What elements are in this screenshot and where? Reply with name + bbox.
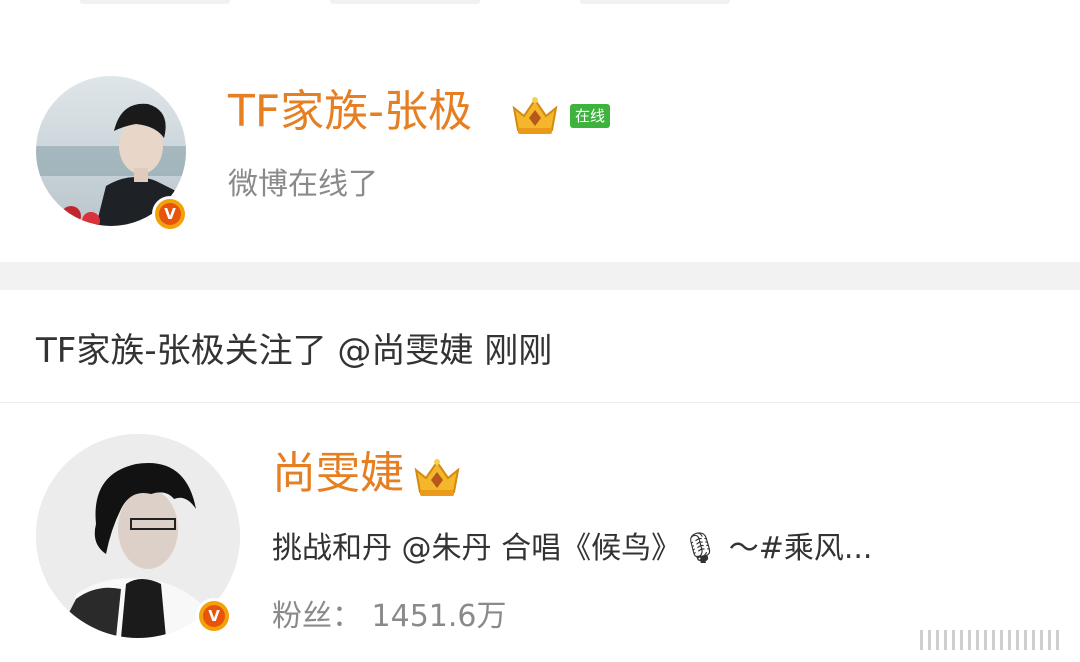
watermark-icon bbox=[920, 630, 1059, 650]
followed-user-description: 挑战和丹 @朱丹 合唱《候鸟》🎙 ～#乘风... bbox=[272, 531, 873, 566]
activity-text: TF家族-张极关注了 @尚雯婕 刚刚 bbox=[36, 331, 553, 371]
vip-crown-icon bbox=[512, 97, 558, 134]
vip-crown-icon bbox=[414, 459, 460, 496]
verified-badge-icon: V bbox=[152, 196, 188, 232]
tab-hint-2 bbox=[330, 0, 480, 4]
followed-user-card[interactable]: V 尚雯婕 挑战和丹 @朱丹 合唱《候鸟》🎙 ～#乘风... 粉丝： 1451.… bbox=[0, 420, 1080, 662]
online-badge: 在线 bbox=[570, 104, 611, 128]
row-divider bbox=[0, 402, 1080, 403]
user-card[interactable]: V TF家族-张极 在线 微博在线了 bbox=[0, 60, 1080, 250]
user-name[interactable]: TF家族-张极 bbox=[228, 86, 472, 138]
followers-count: 粉丝： 1451.6万 bbox=[272, 599, 507, 634]
user-status: 微博在线了 bbox=[228, 167, 378, 202]
tab-hint-1 bbox=[80, 0, 230, 4]
verified-badge-icon: V bbox=[196, 598, 232, 634]
tab-hint-3 bbox=[580, 0, 730, 4]
followed-user-name[interactable]: 尚雯婕 bbox=[272, 448, 404, 500]
section-divider bbox=[0, 262, 1080, 290]
